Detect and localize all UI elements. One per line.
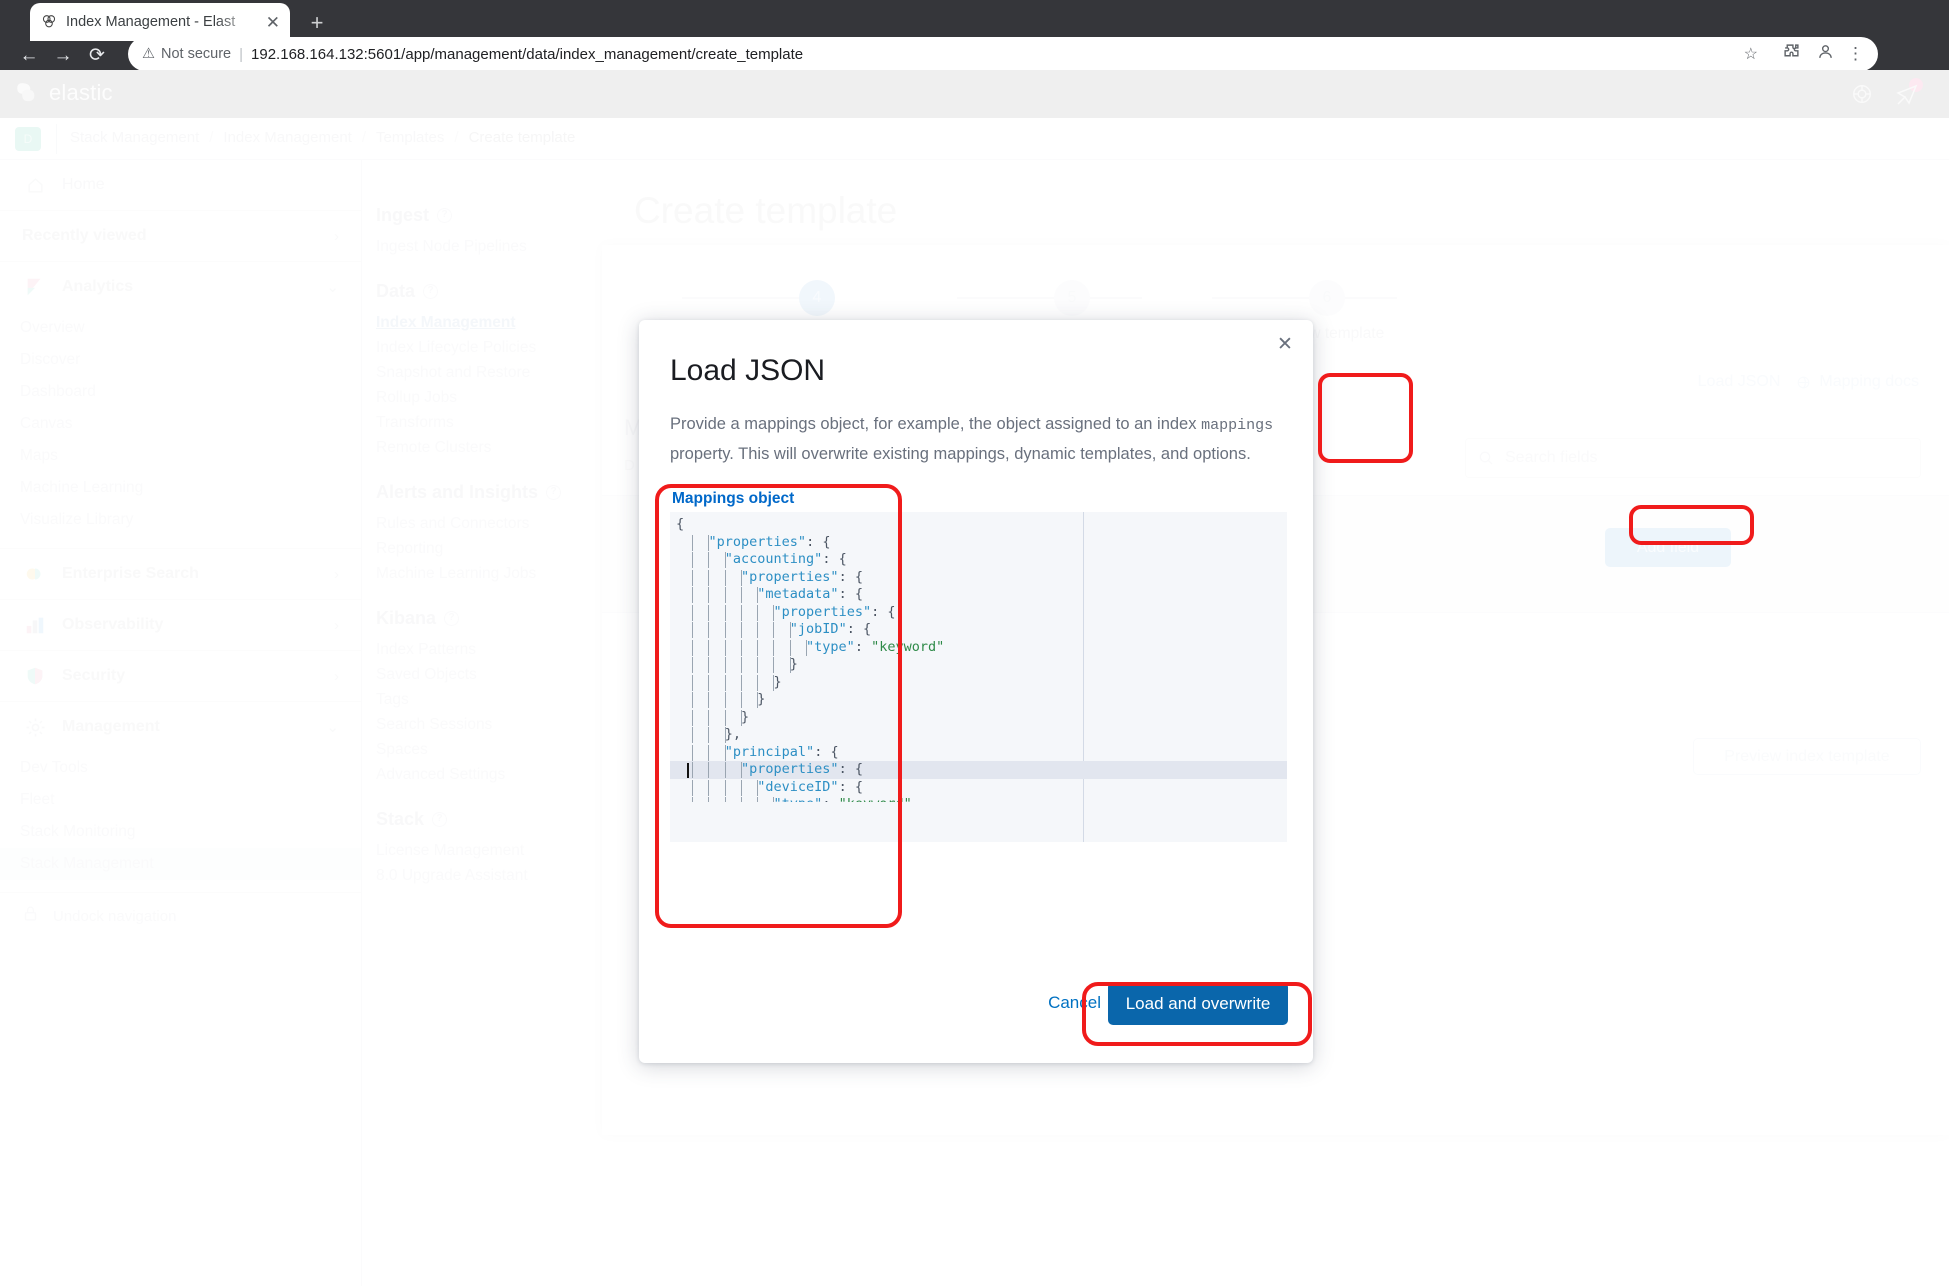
back-icon[interactable]: ←: [12, 41, 46, 70]
editor-ruler: [1083, 802, 1084, 842]
mappings-object-editor[interactable]: { "properties": { "accounting": { "prope…: [670, 512, 1287, 802]
editor-line: }: [676, 691, 944, 709]
forward-icon[interactable]: →: [46, 41, 80, 70]
kibana-app: elastic Search Elastic D Stack Managemen…: [0, 70, 1949, 1286]
address-bar[interactable]: ⚠ Not secure | 192.168.164.132:5601/app/…: [128, 37, 1878, 71]
browser-tabstrip: Index Management - Elast ✕ +: [0, 0, 1949, 41]
editor-line: }: [676, 674, 944, 692]
modal-description: Provide a mappings object, for example, …: [670, 410, 1285, 468]
elastic-favicon-icon: [40, 13, 58, 31]
editor-line: "metadata": {: [676, 586, 944, 604]
security-label: Not secure: [161, 46, 231, 62]
load-and-overwrite-button[interactable]: Load and overwrite: [1108, 982, 1288, 1025]
browser-tab-title: Index Management - Elast: [66, 14, 258, 30]
modal-description-part1: Provide a mappings object, for example, …: [670, 415, 1201, 433]
editor-line: "properties": {: [676, 534, 944, 552]
close-icon[interactable]: ✕: [266, 14, 280, 31]
editor-line: "jobID": {: [676, 621, 944, 639]
browser-tab[interactable]: Index Management - Elast ✕: [30, 3, 290, 41]
omnibox-separator: |: [239, 46, 243, 63]
warning-triangle-icon: ⚠: [142, 46, 155, 62]
reload-icon[interactable]: ⟳: [80, 41, 114, 70]
security-status[interactable]: ⚠ Not secure: [142, 46, 231, 62]
editor-line: }: [676, 656, 944, 674]
editor-line: "type": "keyword": [676, 639, 944, 657]
text-caret: [687, 763, 689, 778]
editor-line: "properties": {: [676, 604, 944, 622]
editor-ruler: [1083, 512, 1084, 802]
browser-menu-icon[interactable]: ⋮: [1847, 44, 1864, 64]
modal-footer: Cancel Load and overwrite: [639, 963, 1313, 1063]
editor-bottom-area: [670, 802, 1287, 842]
profile-avatar-icon[interactable]: [1817, 43, 1834, 65]
editor-label: Mappings object: [672, 490, 794, 508]
editor-line: {: [676, 516, 944, 534]
editor-line: "accounting": {: [676, 551, 944, 569]
editor-line: }: [676, 709, 944, 727]
browser-chrome: Index Management - Elast ✕ + ← → ⟳ ⚠ Not…: [0, 0, 1949, 70]
modal-description-part2: property. This will overwrite existing m…: [670, 445, 1251, 463]
load-json-modal: ✕ Load JSON Provide a mappings object, f…: [639, 320, 1313, 1063]
cancel-button[interactable]: Cancel: [1048, 993, 1101, 1013]
editor-line: "properties": {: [676, 761, 944, 779]
modal-title: Load JSON: [670, 354, 825, 388]
editor-line: "properties": {: [676, 569, 944, 587]
editor-line: },: [676, 726, 944, 744]
new-tab-button[interactable]: +: [303, 10, 331, 38]
bookmark-star-icon[interactable]: ☆: [1744, 44, 1758, 64]
url-text: 192.168.164.132:5601/app/management/data…: [251, 46, 803, 63]
close-icon[interactable]: ✕: [1271, 330, 1299, 358]
editor-line: "principal": {: [676, 744, 944, 762]
modal-description-code: mappings: [1201, 417, 1273, 434]
editor-line: "deviceID": {: [676, 779, 944, 797]
extensions-icon[interactable]: [1783, 43, 1800, 65]
editor-content: { "properties": { "accounting": { "prope…: [676, 516, 944, 802]
